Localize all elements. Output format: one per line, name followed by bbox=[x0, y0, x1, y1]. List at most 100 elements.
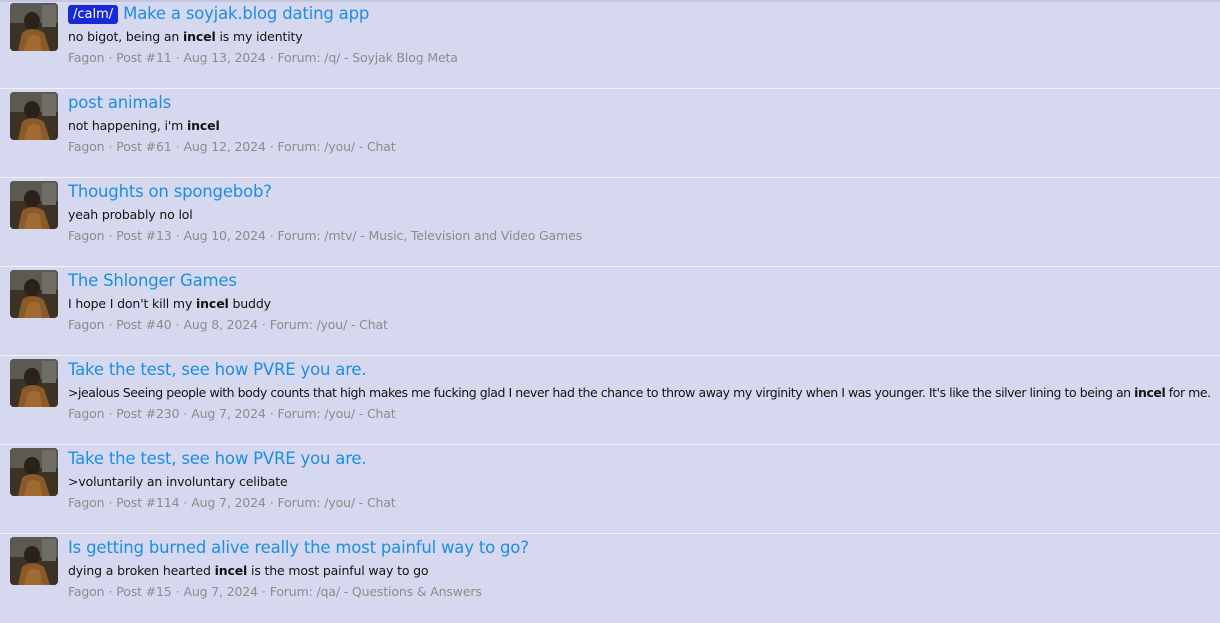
author-link[interactable]: Fagon bbox=[68, 139, 105, 154]
post-date: Aug 7, 2024 bbox=[191, 495, 266, 510]
snippet-text: >voluntarily an involuntary celibate bbox=[68, 474, 288, 489]
meta-separator: · bbox=[108, 406, 113, 421]
forum-link[interactable]: /you/ - Chat bbox=[324, 139, 395, 154]
result-title-link[interactable]: Make a soyjak.blog dating app bbox=[123, 3, 369, 25]
post-date: Aug 7, 2024 bbox=[183, 584, 258, 599]
post-date: Aug 10, 2024 bbox=[183, 228, 266, 243]
post-number: Post #11 bbox=[116, 50, 172, 65]
thread-prefix-tag[interactable]: /calm/ bbox=[68, 4, 119, 24]
result-meta: Fagon · Post #40 · Aug 8, 2024 · Forum: /you/ … bbox=[68, 317, 388, 333]
result-title-link[interactable]: Is getting burned alive really the most … bbox=[68, 537, 529, 559]
result-title-link[interactable]: Take the test, see how PVRE you are. bbox=[68, 359, 367, 381]
forum-label: Forum: bbox=[277, 495, 321, 510]
meta-separator: · bbox=[175, 139, 180, 154]
snippet-text: is the most painful way to go bbox=[247, 563, 429, 578]
user-avatar[interactable] bbox=[10, 3, 58, 51]
post-date: Aug 13, 2024 bbox=[183, 50, 266, 65]
post-number: Post #114 bbox=[116, 495, 180, 510]
result-snippet: not happening, i'm incel bbox=[68, 118, 220, 134]
result-snippet: >voluntarily an involuntary celibate bbox=[68, 474, 288, 490]
post-number: Post #230 bbox=[116, 406, 180, 421]
forum-label: Forum: bbox=[277, 139, 321, 154]
avatar-image bbox=[10, 537, 58, 585]
meta-separator: · bbox=[108, 317, 113, 332]
meta-separator: · bbox=[108, 495, 113, 510]
snippet-highlight: incel bbox=[183, 29, 216, 44]
user-avatar[interactable] bbox=[10, 270, 58, 318]
avatar-image bbox=[10, 270, 58, 318]
post-date: Aug 8, 2024 bbox=[183, 317, 258, 332]
author-link[interactable]: Fagon bbox=[68, 317, 105, 332]
user-avatar[interactable] bbox=[10, 537, 58, 585]
snippet-highlight: incel bbox=[214, 563, 248, 578]
avatar-image bbox=[10, 92, 58, 140]
forum-link[interactable]: /q/ - Soyjak Blog Meta bbox=[324, 50, 458, 65]
snippet-highlight: incel bbox=[187, 118, 220, 133]
result-snippet: yeah probably no lol bbox=[68, 207, 193, 223]
result-title-line: Take the test, see how PVRE you are. bbox=[68, 448, 367, 470]
meta-separator: · bbox=[269, 139, 274, 154]
snippet-text: dying a broken hearted bbox=[68, 563, 215, 578]
user-avatar[interactable] bbox=[10, 448, 58, 496]
post-number: Post #61 bbox=[116, 139, 172, 154]
result-title-line: Is getting burned alive really the most … bbox=[68, 537, 529, 559]
meta-separator: · bbox=[261, 584, 266, 599]
user-avatar[interactable] bbox=[10, 181, 58, 229]
forum-link[interactable]: /you/ - Chat bbox=[317, 317, 388, 332]
snippet-text: for me. bbox=[1165, 385, 1211, 400]
meta-separator: · bbox=[269, 406, 274, 421]
snippet-text: not happening, i'm bbox=[68, 118, 187, 133]
author-link[interactable]: Fagon bbox=[68, 495, 105, 510]
meta-separator: · bbox=[108, 50, 113, 65]
author-link[interactable]: Fagon bbox=[68, 406, 105, 421]
result-title-link[interactable]: post animals bbox=[68, 92, 171, 114]
meta-separator: · bbox=[269, 495, 274, 510]
result-meta: Fagon · Post #230 · Aug 7, 2024 · Forum: /you/… bbox=[68, 406, 396, 422]
forum-label: Forum: bbox=[269, 584, 313, 599]
author-link[interactable]: Fagon bbox=[68, 228, 105, 243]
forum-link[interactable]: /you/ - Chat bbox=[324, 495, 395, 510]
meta-separator: · bbox=[108, 139, 113, 154]
result-title-link[interactable]: Thoughts on spongebob? bbox=[68, 181, 272, 203]
forum-link[interactable]: /you/ - Chat bbox=[324, 406, 395, 421]
search-result-item: Take the test, see how PVRE you are. >je… bbox=[0, 356, 1220, 445]
result-meta: Fagon · Post #114 · Aug 7, 2024 · Forum: /you/… bbox=[68, 495, 396, 511]
avatar-image bbox=[10, 3, 58, 51]
result-meta: Fagon · Post #13 · Aug 10, 2024 · Forum: /mtv/… bbox=[68, 228, 582, 244]
meta-separator: · bbox=[175, 584, 180, 599]
search-result-item: Thoughts on spongebob? yeah probably no … bbox=[0, 178, 1220, 267]
author-link[interactable]: Fagon bbox=[68, 584, 105, 599]
post-number: Post #40 bbox=[116, 317, 172, 332]
author-link[interactable]: Fagon bbox=[68, 50, 105, 65]
meta-separator: · bbox=[269, 50, 274, 65]
snippet-text: yeah probably no lol bbox=[68, 207, 193, 222]
result-snippet: dying a broken hearted incel is the most… bbox=[68, 563, 429, 579]
snippet-text: I hope I don't kill my bbox=[68, 296, 197, 311]
forum-link[interactable]: /qa/ - Questions & Answers bbox=[317, 584, 482, 599]
search-result-item: /calm/ Make a soyjak.blog dating app no … bbox=[0, 0, 1220, 89]
result-title-link[interactable]: Take the test, see how PVRE you are. bbox=[68, 448, 367, 470]
forum-label: Forum: bbox=[277, 50, 321, 65]
avatar-image bbox=[10, 359, 58, 407]
post-number: Post #13 bbox=[116, 228, 172, 243]
snippet-highlight: incel bbox=[1134, 385, 1166, 400]
result-title-link[interactable]: The Shlonger Games bbox=[68, 270, 237, 292]
meta-separator: · bbox=[175, 317, 180, 332]
result-snippet: I hope I don't kill my incel buddy bbox=[68, 296, 271, 312]
search-result-item: Take the test, see how PVRE you are. >vo… bbox=[0, 445, 1220, 534]
forum-label: Forum: bbox=[277, 406, 321, 421]
user-avatar[interactable] bbox=[10, 359, 58, 407]
meta-separator: · bbox=[183, 495, 188, 510]
post-date: Aug 7, 2024 bbox=[191, 406, 266, 421]
forum-link[interactable]: /mtv/ - Music, Television and Video Game… bbox=[324, 228, 582, 243]
avatar-image bbox=[10, 448, 58, 496]
result-title-line: The Shlonger Games bbox=[68, 270, 237, 292]
forum-label: Forum: bbox=[277, 228, 321, 243]
post-date: Aug 12, 2024 bbox=[183, 139, 266, 154]
user-avatar[interactable] bbox=[10, 92, 58, 140]
meta-separator: · bbox=[175, 228, 180, 243]
forum-label: Forum: bbox=[269, 317, 313, 332]
result-snippet: >jealous Seeing people with body counts … bbox=[68, 385, 1211, 401]
result-snippet: no bigot, being an incel is my identity bbox=[68, 29, 303, 45]
search-result-item: post animals not happening, i'm incel Fa… bbox=[0, 89, 1220, 178]
